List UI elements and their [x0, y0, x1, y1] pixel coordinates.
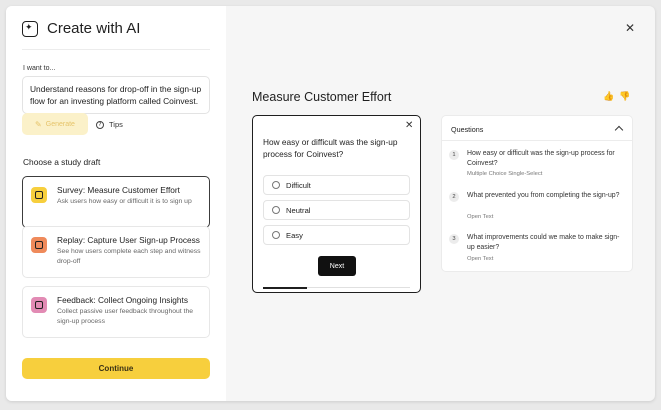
generate-label: Generate: [45, 120, 75, 128]
tips-label: Tips: [109, 120, 123, 129]
divider: [22, 49, 210, 50]
wand-icon: ✎: [35, 119, 42, 129]
question-type: Open Text: [467, 214, 494, 220]
draft-card-survey[interactable]: Survey: Measure Customer Effort Ask user…: [22, 176, 210, 228]
draft-title: Survey: Measure Customer Effort: [57, 185, 180, 195]
question-type: Open Text: [467, 256, 494, 262]
generate-button[interactable]: ✎ Generate: [22, 113, 88, 135]
radio-icon: [272, 231, 280, 239]
continue-button[interactable]: Continue: [22, 358, 210, 379]
draft-title: Feedback: Collect Ongoing Insights: [57, 295, 188, 305]
panel-title: Create with AI: [47, 20, 141, 37]
draft-desc: See how users complete each step and wit…: [57, 248, 201, 265]
prompt-input[interactable]: Understand reasons for drop-off in the s…: [22, 76, 210, 114]
questions-header[interactable]: Questions: [442, 116, 632, 141]
draft-card-feedback[interactable]: Feedback: Collect Ongoing Insights Colle…: [22, 286, 210, 338]
ai-sparkle-icon: [22, 20, 38, 37]
question-number: 2: [449, 192, 459, 202]
draft-card-replay[interactable]: Replay: Capture User Sign-up Process See…: [22, 226, 210, 278]
option-label: Difficult: [286, 180, 311, 190]
option-difficult[interactable]: Difficult: [263, 175, 410, 195]
close-icon[interactable]: ✕: [405, 120, 413, 131]
choose-draft-heading: Choose a study draft: [23, 157, 101, 167]
thumbs-up-icon[interactable]: 👍: [603, 92, 614, 102]
progress-bar: [263, 286, 410, 289]
option-easy[interactable]: Easy: [263, 225, 410, 245]
question-text: What prevented you from completing the s…: [467, 192, 620, 199]
feedback-icon: [31, 297, 47, 313]
questions-header-label: Questions: [451, 125, 484, 134]
next-button[interactable]: Next: [318, 256, 356, 276]
question-circle-icon: ?: [96, 120, 104, 129]
survey-icon: [31, 187, 47, 203]
question-text: How easy or difficult was the sign-up pr…: [467, 150, 615, 167]
tips-button[interactable]: ? Tips: [96, 120, 123, 129]
option-label: Neutral: [286, 205, 311, 215]
preview-question: How easy or difficult was the sign-up pr…: [263, 137, 398, 159]
option-neutral[interactable]: Neutral: [263, 200, 410, 220]
progress-fill: [263, 286, 308, 289]
question-number: 3: [449, 234, 459, 244]
survey-title: Measure Customer Effort: [252, 90, 392, 104]
want-label: I want to...: [23, 65, 56, 72]
close-icon[interactable]: ✕: [625, 22, 635, 34]
replay-icon: [31, 237, 47, 253]
thumbs-down-icon[interactable]: 👎: [619, 92, 630, 102]
question-text: What improvements could we make to make …: [467, 234, 620, 251]
draft-title: Replay: Capture User Sign-up Process: [57, 235, 200, 245]
header: Create with AI: [22, 20, 140, 37]
question-number: 1: [449, 150, 459, 160]
radio-icon: [272, 206, 280, 214]
option-label: Easy: [286, 230, 303, 240]
survey-preview: ✕ How easy or difficult was the sign-up …: [252, 115, 421, 293]
chevron-up-icon[interactable]: [614, 125, 624, 135]
draft-desc: Ask users how easy or difficult it is to…: [57, 198, 192, 205]
sidebar: Create with AI I want to... Understand r…: [6, 6, 226, 401]
radio-icon: [272, 181, 280, 189]
questions-panel: Questions 1 How easy or difficult was th…: [441, 115, 633, 272]
draft-desc: Collect passive user feedback throughout…: [57, 308, 194, 325]
question-type: Multiple Choice Single-Select: [467, 171, 543, 177]
create-with-ai-modal: Create with AI I want to... Understand r…: [6, 6, 655, 401]
